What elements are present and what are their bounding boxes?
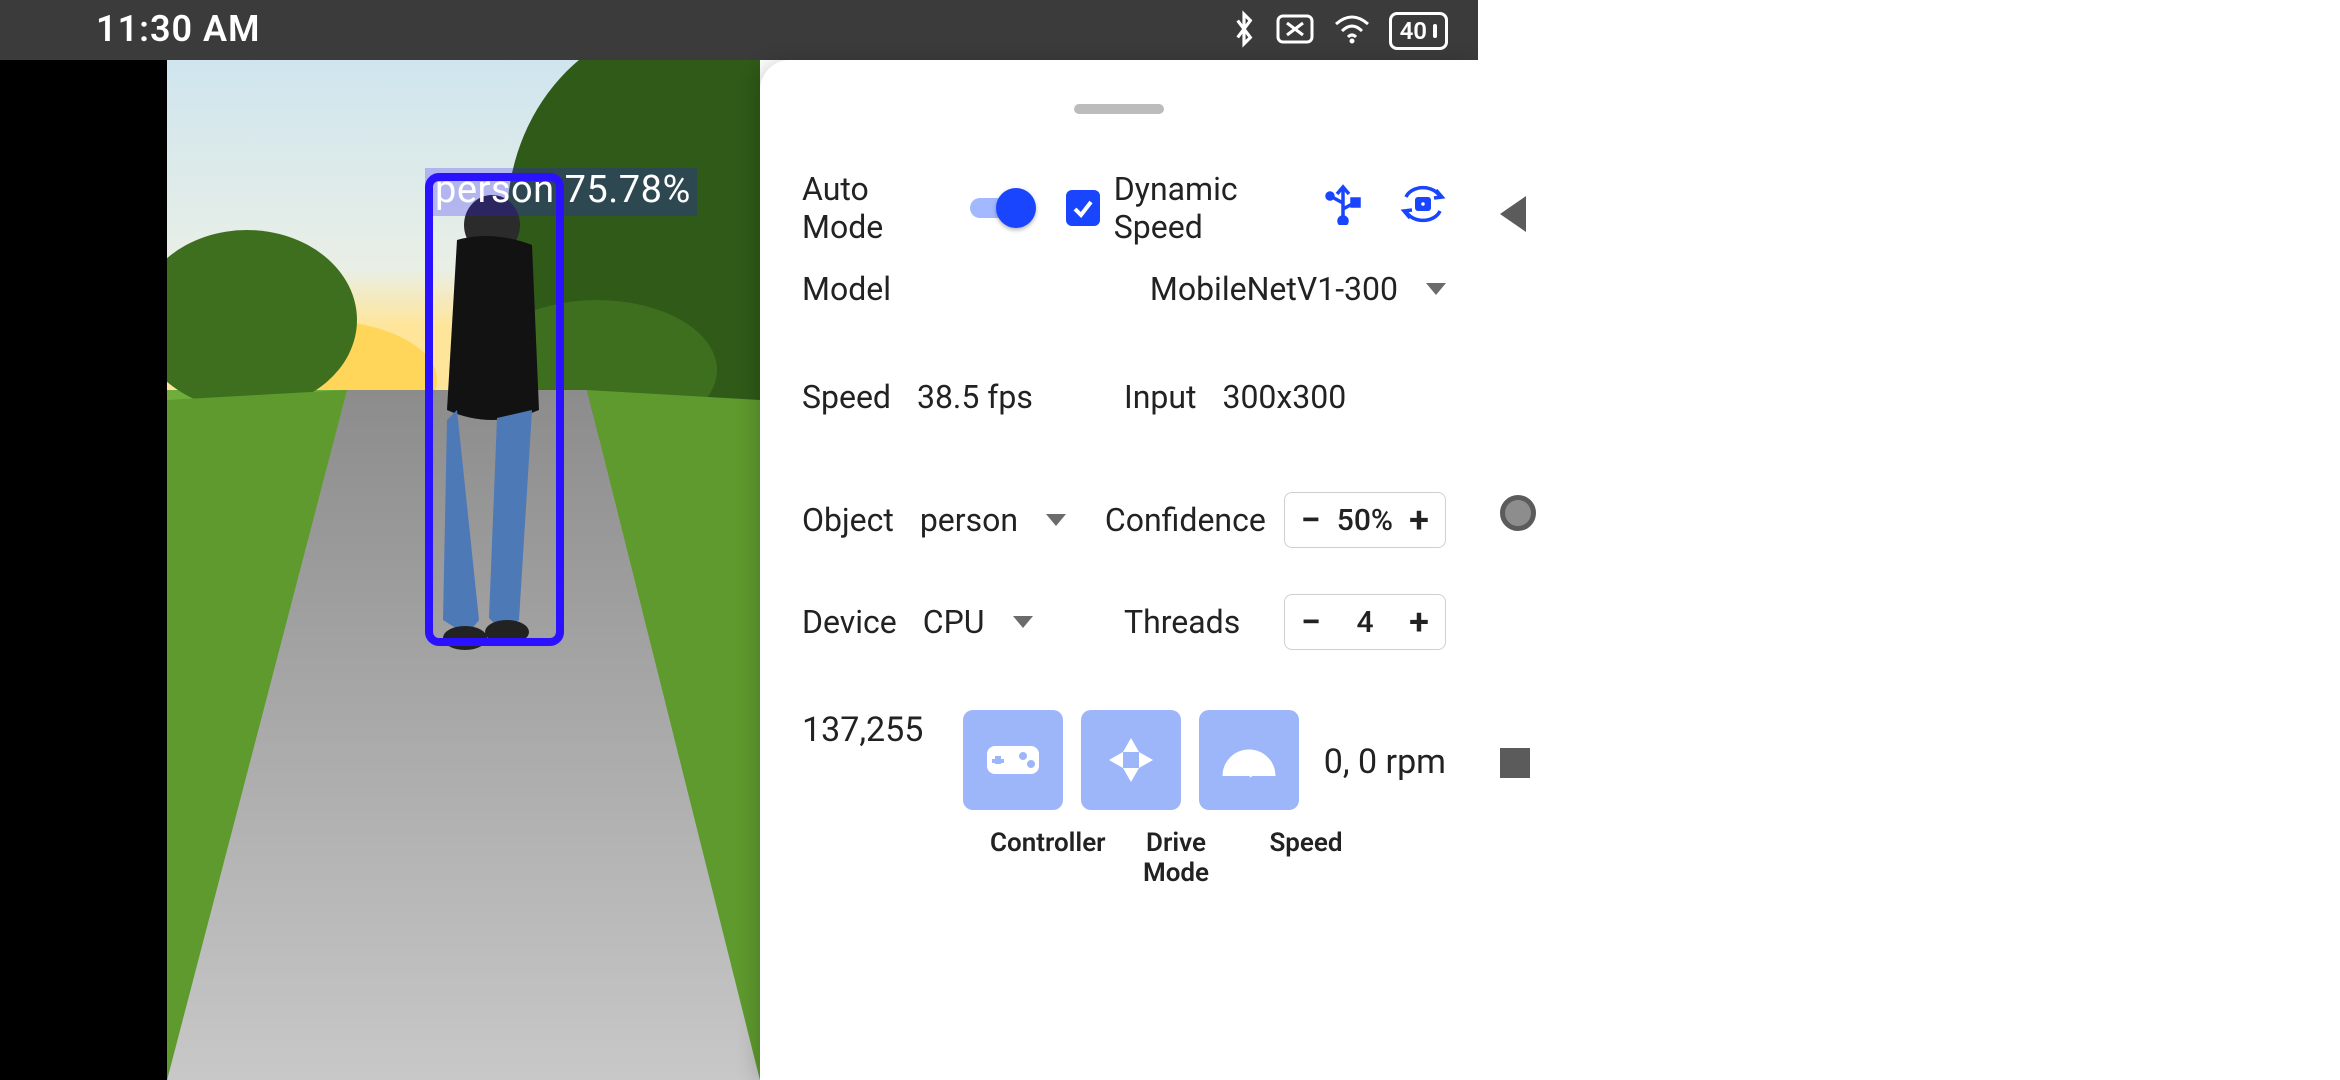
detection-label: person 75.78% [425,168,697,216]
status-bar: 11:30 AM 40 [0,0,1478,60]
object-dropdown[interactable]: person [920,501,1066,539]
controller-button[interactable] [963,710,1063,810]
device-dropdown[interactable]: CPU [923,603,1033,641]
chevron-down-icon [1046,514,1066,526]
confidence-decrease-button[interactable]: − [1285,499,1337,541]
speed-button[interactable] [1199,710,1299,810]
camera-preview: person 75.78% [167,60,760,1080]
model-label: Model [802,270,891,308]
dynamic-speed-label: Dynamic Speed [1114,170,1324,246]
speed-label: Speed [802,378,891,416]
object-label: Object [802,501,894,539]
input-value: 300x300 [1222,378,1346,416]
rotation-lock-icon [1275,13,1315,49]
drive-mode-button[interactable] [1081,710,1181,810]
threads-increase-button[interactable]: + [1393,601,1445,643]
threads-stepper[interactable]: − 4 + [1284,594,1446,650]
control-panel: Auto Mode Dynamic Speed [760,60,1478,1080]
speed-value: 38.5 fps [917,378,1033,416]
rpm-readout: 0, 0 rpm [1324,742,1446,782]
dynamic-speed-checkbox[interactable] [1066,190,1100,226]
auto-mode-toggle[interactable] [970,188,1029,228]
nav-home-button[interactable] [1500,495,1536,531]
clock: 11:30 AM [96,8,261,50]
drive-mode-button-label: Drive Mode [1120,828,1232,888]
chevron-down-icon [1013,616,1033,628]
speed-button-label: Speed [1250,828,1362,888]
confidence-label: Confidence [1105,501,1266,539]
nav-back-button[interactable] [1500,196,1526,232]
confidence-increase-button[interactable]: + [1393,499,1445,541]
confidence-value: 50% [1337,503,1393,538]
wifi-icon [1333,14,1371,48]
threads-decrease-button[interactable]: − [1285,601,1337,643]
device-label: Device [802,603,897,641]
controller-button-label: Controller [990,828,1102,888]
nav-recent-button[interactable] [1500,748,1530,778]
input-label: Input [1124,378,1196,416]
motor-values: 137,255 [802,710,923,750]
detection-bounding-box [425,173,564,646]
auto-mode-label: Auto Mode [802,170,950,246]
threads-value: 4 [1337,605,1393,640]
confidence-stepper[interactable]: − 50% + [1284,492,1446,548]
camera-switch-icon[interactable] [1400,183,1446,233]
bluetooth-icon [1231,10,1257,52]
model-dropdown[interactable]: MobileNetV1-300 [1150,270,1446,308]
threads-label: Threads [1124,603,1240,641]
battery-indicator: 40 [1389,12,1448,50]
chevron-down-icon [1426,283,1446,295]
usb-icon[interactable] [1324,183,1362,233]
drag-handle[interactable] [1074,104,1164,114]
